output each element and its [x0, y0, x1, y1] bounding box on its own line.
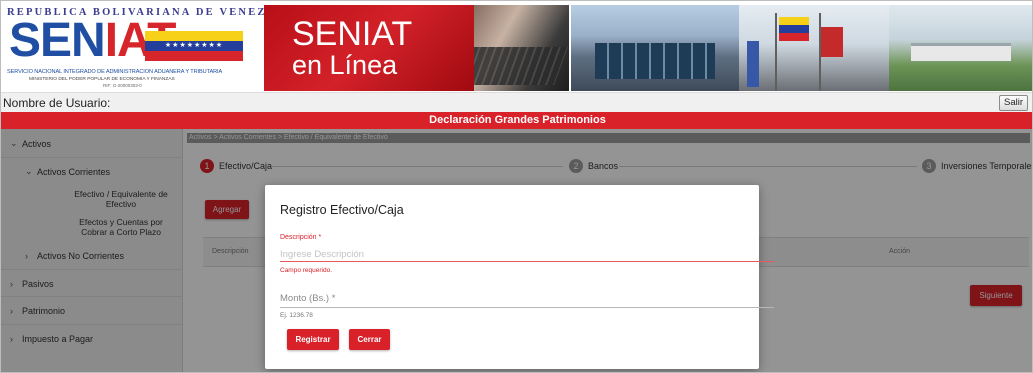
seniat-logo: REPUBLICA BOLIVARIANA DE VENEZUELA SENIA…: [3, 3, 302, 91]
logo-wordmark-blue: SEN: [9, 14, 106, 67]
logout-button[interactable]: Salir: [998, 95, 1028, 111]
banner-subtitle: en Línea: [292, 50, 398, 80]
register-button[interactable]: Registrar: [287, 329, 339, 350]
rif-number: RIF: G-20000303-0: [103, 83, 142, 88]
venezuela-flag-icon: ★★★★★★★★: [145, 31, 243, 61]
campus-photo: [889, 5, 1032, 91]
page: REPUBLICA BOLIVARIANA DE VENEZUELA SENIA…: [0, 0, 1033, 373]
page-title: Declaración Grandes Patrimonios: [429, 114, 606, 126]
monto-underline: [280, 307, 774, 308]
flag-stars: ★★★★★★★★: [145, 41, 243, 51]
ministry-name: MINISTERIO DEL PODER POPULAR DE ECONOMIA…: [29, 77, 175, 82]
seniat-en-linea-banner: SENIAT en Línea: [264, 5, 474, 91]
building-photo: [571, 5, 739, 91]
registro-efectivo-modal: Registro Efectivo/Caja Descripción * Cam…: [265, 185, 774, 369]
descripcion-error: Campo requerido.: [280, 267, 333, 274]
banner-title: SENIAT: [292, 15, 413, 53]
header-banner: REPUBLICA BOLIVARIANA DE VENEZUELA SENIA…: [1, 1, 1032, 93]
modal-title: Registro Efectivo/Caja: [280, 203, 404, 217]
page-title-bar: Declaración Grandes Patrimonios: [1, 112, 1032, 129]
descripcion-input[interactable]: [280, 247, 774, 261]
flags-photo: [739, 5, 889, 91]
descripcion-label: Descripción *: [280, 234, 322, 241]
username-label: Nombre de Usuario:: [3, 96, 111, 110]
agency-name: SERVICIO NACIONAL INTEGRADO DE ADMINISTR…: [7, 69, 223, 75]
monto-input[interactable]: [280, 291, 774, 305]
close-button[interactable]: Cerrar: [349, 329, 390, 350]
descripcion-underline: [280, 261, 774, 262]
user-bar: Nombre de Usuario: Salir: [1, 92, 1032, 112]
monto-hint: Ej. 1236.78: [280, 312, 313, 319]
